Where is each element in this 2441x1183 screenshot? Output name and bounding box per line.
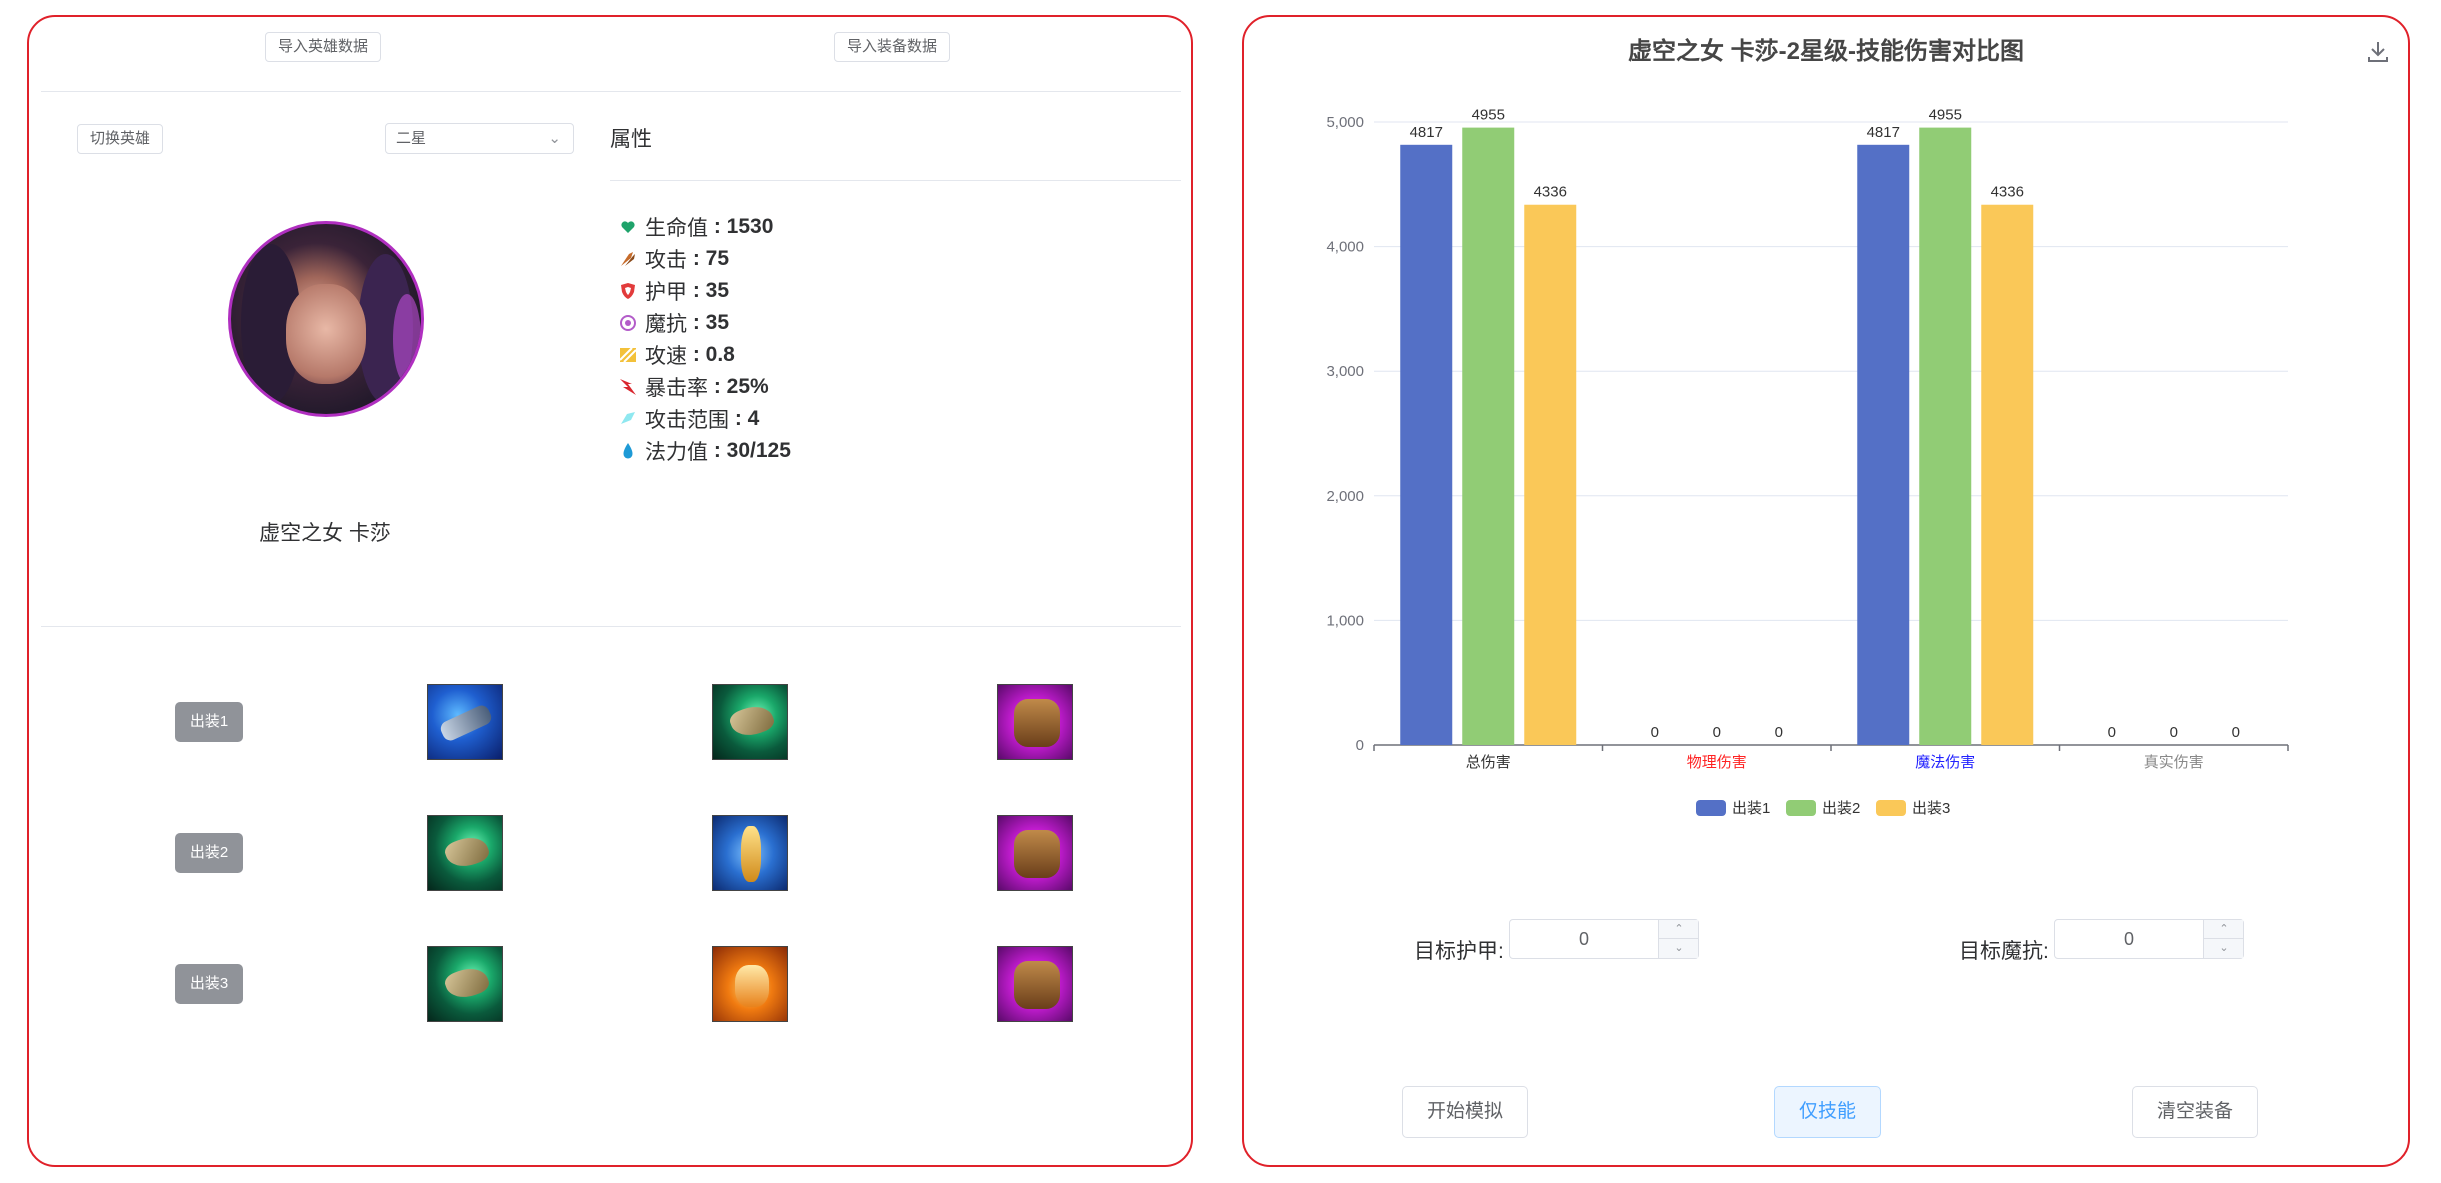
stat-attack: 攻击 : 75 xyxy=(617,244,729,274)
import-items-button[interactable]: 导入装备数据 xyxy=(834,32,951,62)
crit-icon xyxy=(617,376,639,398)
heart-icon xyxy=(617,216,639,238)
y-tick-label: 1,000 xyxy=(1326,612,1364,629)
build-3-item-2[interactable] xyxy=(712,946,788,1022)
stat-hp: 生命值 : 1530 xyxy=(617,212,773,242)
decrement-icon[interactable]: ⌄ xyxy=(2204,939,2244,958)
data-label: 0 xyxy=(2170,724,2178,741)
attributes-divider xyxy=(610,180,1181,181)
build-2-item-2[interactable] xyxy=(712,815,788,891)
y-tick-label: 0 xyxy=(1356,737,1364,754)
bar xyxy=(1524,204,1577,746)
bar xyxy=(1981,204,2034,746)
bar xyxy=(1462,127,1515,745)
hero-panel: 导入英雄数据 导入装备数据 切换英雄 二星 ⌄ 属性 生命值 : 1530 攻击… xyxy=(27,15,1193,1167)
target-mr-input[interactable]: 0 ⌃ ⌄ xyxy=(2054,919,2244,959)
y-tick-label: 2,000 xyxy=(1326,488,1364,505)
hero-name: 虚空之女 卡莎 xyxy=(259,522,391,545)
data-label: 0 xyxy=(1775,724,1783,741)
legend-build-3[interactable]: 出装3 xyxy=(1876,797,1950,818)
skill-only-button[interactable]: 仅技能 xyxy=(1774,1086,1882,1138)
stat-magic-resist: 魔抗 : 35 xyxy=(617,308,729,338)
data-label: 4955 xyxy=(1929,107,1962,124)
build-1-button[interactable]: 出装1 xyxy=(175,702,243,742)
build-1-item-2[interactable] xyxy=(712,684,788,760)
decrement-icon[interactable]: ⌄ xyxy=(1659,939,1699,958)
y-tick-label: 3,000 xyxy=(1326,363,1364,380)
damage-bar-chart: 0 1,000 2,000 3,000 4,000 5,000 总伤害 4817 4955 433… xyxy=(1326,107,2289,771)
legend-swatch xyxy=(1876,799,1906,816)
x-tick-label: 魔法伤害 xyxy=(1915,754,1975,771)
attack-speed-icon xyxy=(617,344,639,366)
build-3-button[interactable]: 出装3 xyxy=(175,964,243,1004)
star-level-select[interactable]: 二星 ⌄ xyxy=(385,123,574,154)
mana-icon xyxy=(617,440,639,462)
target-armor-input[interactable]: 0 ⌃ ⌄ xyxy=(1509,919,1699,959)
data-label: 4955 xyxy=(1472,107,1505,124)
stat-mana: 法力值 : 30/125 xyxy=(617,436,791,466)
build-3-item-1[interactable] xyxy=(427,946,503,1022)
target-mr-value[interactable]: 0 xyxy=(2055,920,2203,958)
legend-swatch xyxy=(1786,799,1816,816)
data-label: 0 xyxy=(2232,724,2240,741)
target-mr-label: 目标魔抗: xyxy=(1959,940,2049,963)
data-label: 4817 xyxy=(1867,124,1900,141)
import-hero-button[interactable]: 导入英雄数据 xyxy=(265,32,382,62)
legend-build-1[interactable]: 出装1 xyxy=(1696,797,1770,818)
data-label: 4817 xyxy=(1410,124,1443,141)
bar xyxy=(1919,127,1972,745)
stat-range: 攻击范围 : 4 xyxy=(617,404,759,434)
download-icon[interactable] xyxy=(2364,37,2392,65)
magic-resist-icon xyxy=(617,312,639,334)
x-tick-label: 物理伤害 xyxy=(1687,754,1747,771)
clear-items-button[interactable]: 清空装备 xyxy=(2132,1086,2259,1138)
data-label: 0 xyxy=(2108,724,2116,741)
attack-icon xyxy=(617,248,639,270)
build-2-button[interactable]: 出装2 xyxy=(175,833,243,873)
legend-build-2[interactable]: 出装2 xyxy=(1786,797,1860,818)
y-tick-label: 4,000 xyxy=(1326,239,1364,256)
bar xyxy=(1400,144,1453,745)
top-divider xyxy=(41,91,1181,92)
builds-divider xyxy=(41,626,1181,627)
stat-armor: 护甲 : 35 xyxy=(617,276,729,306)
increment-icon[interactable]: ⌃ xyxy=(2204,920,2244,939)
x-tick-label: 真实伤害 xyxy=(2144,753,2204,771)
y-tick-label: 5,000 xyxy=(1326,114,1364,131)
stat-crit: 暴击率 : 25% xyxy=(617,372,769,402)
increment-icon[interactable]: ⌃ xyxy=(1659,920,1699,939)
chart-panel: 虚空之女 卡莎-2星级-技能伤害对比图 0 1,000 2,000 3,000 4,00… xyxy=(1242,15,2410,1167)
star-level-value: 二星 xyxy=(396,130,427,147)
build-1-item-1[interactable] xyxy=(427,684,503,760)
x-tick-label: 总伤害 xyxy=(1466,754,1511,771)
data-label: 4336 xyxy=(1991,184,2024,201)
build-2-item-3[interactable] xyxy=(997,815,1073,891)
attributes-title: 属性 xyxy=(610,128,652,151)
target-armor-label: 目标护甲: xyxy=(1414,940,1504,963)
start-simulation-button[interactable]: 开始模拟 xyxy=(1402,1086,1529,1138)
data-label: 0 xyxy=(1651,724,1659,741)
stat-attack-speed: 攻速 : 0.8 xyxy=(617,340,735,370)
bar xyxy=(1857,144,1910,745)
armor-icon xyxy=(617,280,639,302)
legend-swatch xyxy=(1696,799,1726,816)
switch-hero-button[interactable]: 切换英雄 xyxy=(77,124,164,154)
data-label: 0 xyxy=(1713,724,1721,741)
range-icon xyxy=(617,408,639,430)
build-3-item-3[interactable] xyxy=(997,946,1073,1022)
build-2-item-1[interactable] xyxy=(427,815,503,891)
build-1-item-3[interactable] xyxy=(997,684,1073,760)
chart-title: 虚空之女 卡莎-2星级-技能伤害对比图 xyxy=(1628,38,2024,65)
chevron-down-icon: ⌄ xyxy=(548,130,561,147)
hero-avatar xyxy=(228,221,424,417)
data-label: 4336 xyxy=(1534,184,1567,201)
target-armor-value[interactable]: 0 xyxy=(1510,920,1658,958)
